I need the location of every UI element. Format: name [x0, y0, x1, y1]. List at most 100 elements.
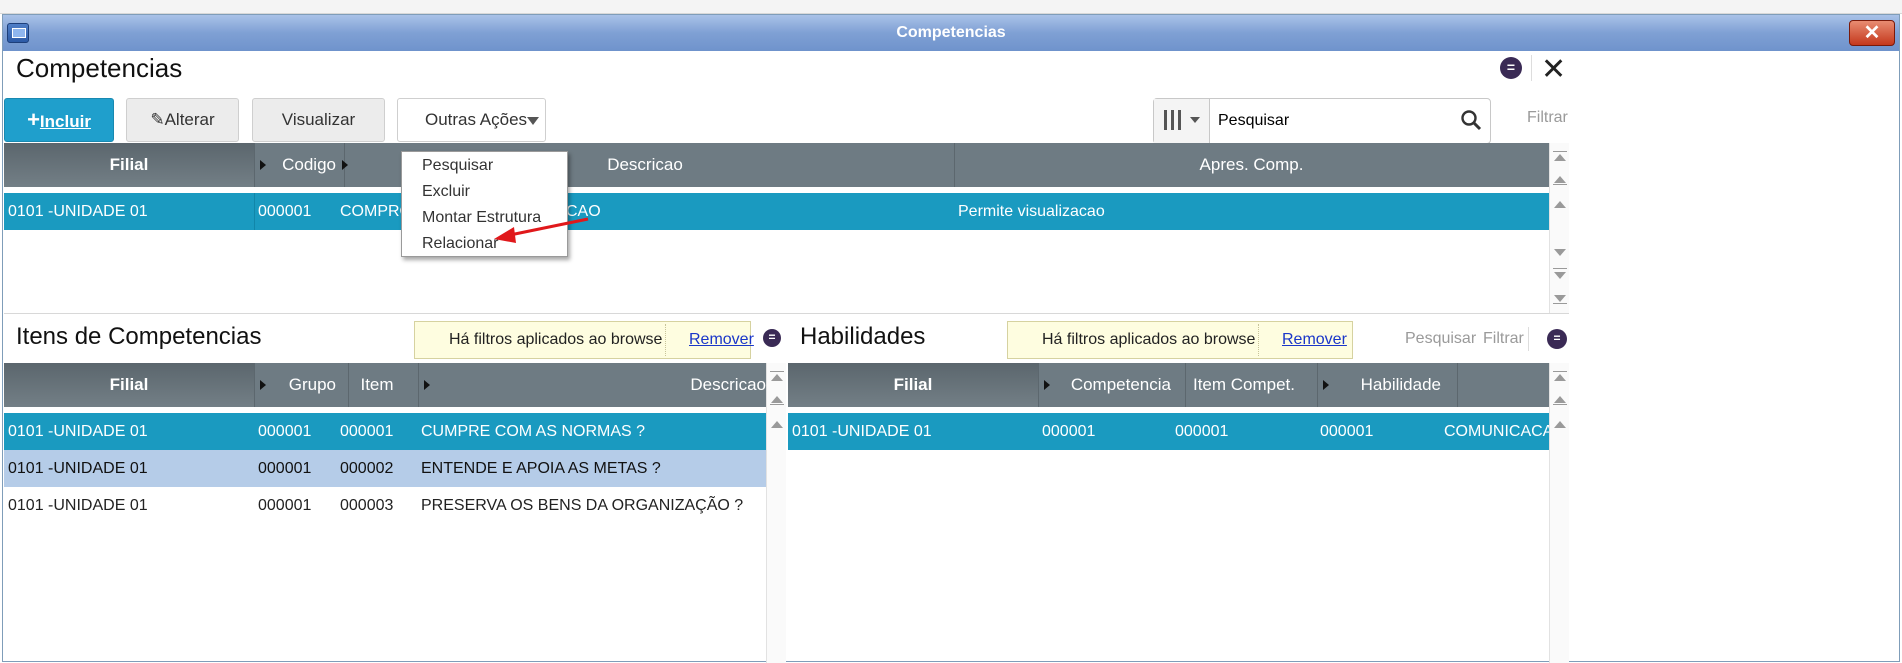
cell-descricao: ENTENDE E APOIA AS METAS ? [421, 460, 661, 477]
itens-title: Itens de Competencias [16, 323, 262, 350]
cell-item-compet: 000001 [1175, 423, 1229, 440]
cell-filial: 0101 -UNIDADE 01 [792, 423, 932, 440]
app-window: Competencias ✕ Competencias = ✕ +Incluir… [2, 14, 1900, 663]
outras-acoes-button[interactable]: Outras Ações [397, 98, 546, 142]
column-label: Codigo [282, 155, 336, 174]
cell-codigo: 000001 [258, 203, 312, 220]
menu-glyph: = [768, 330, 776, 344]
window-app-icon [7, 23, 29, 43]
search-input[interactable] [1210, 99, 1460, 143]
column-label: Grupo [288, 375, 336, 394]
caret-right-icon [1044, 380, 1050, 390]
column-header-grupo[interactable]: Grupo [254, 363, 349, 407]
column-header-item-compet[interactable]: Item Compet. [1171, 363, 1318, 407]
page-close-icon[interactable]: ✕ [1541, 55, 1566, 85]
itens-grid-scrollbar[interactable] [766, 363, 786, 663]
column-label: Competencia [1070, 375, 1171, 394]
incluir-label: Incluir [39, 112, 91, 131]
habilidades-remove-link[interactable]: Remover [1282, 322, 1347, 358]
cell-grupo: 000001 [258, 497, 312, 514]
close-icon: ✕ [1863, 22, 1881, 44]
column-header-codigo[interactable]: Codigo [254, 143, 345, 187]
column-header-blank [1441, 363, 1549, 407]
table-row[interactable]: 0101 -UNIDADE 01 000001 000001 000001 CO… [788, 413, 1566, 450]
menu-item-pesquisar[interactable]: Pesquisar [422, 157, 493, 175]
visualizar-button[interactable]: Visualizar [252, 98, 385, 142]
menu-item-excluir[interactable]: Excluir [422, 183, 470, 201]
divider [4, 313, 1569, 314]
cell-filial: 0101 -UNIDADE 01 [8, 423, 148, 440]
table-row[interactable]: 0101 -UNIDADE 01 000001 000003 PRESERVA … [4, 487, 766, 524]
plus-icon: + [27, 107, 40, 132]
window-title: Competencias [896, 24, 1006, 41]
column-label: Item [360, 375, 394, 394]
filter-notice-text: Há filtros aplicados ao browse [1042, 331, 1256, 348]
caret-right-icon [260, 160, 266, 170]
habilidades-filter-notice: Há filtros aplicados ao browse Remover [1007, 321, 1353, 359]
search-icon[interactable] [1460, 109, 1482, 131]
habilidades-pesquisar-link[interactable]: Pesquisar [1405, 330, 1476, 348]
filter-notice-text: Há filtros aplicados ao browse [449, 331, 663, 348]
habilidades-grid-header: Filial Competencia Item Compet. Habilida… [788, 363, 1549, 407]
alterar-label: Alterar [164, 110, 215, 129]
cell-descricao: COMUNICACAO [1444, 423, 1566, 440]
cell-descricao: PRESERVA OS BENS DA ORGANIZAÇÃO ? [421, 497, 744, 514]
cell-filial: 0101 -UNIDADE 01 [8, 497, 148, 514]
filtrar-link[interactable]: Filtrar [1527, 109, 1568, 127]
column-header-apres-comp[interactable]: Apres. Comp. [954, 143, 1550, 187]
cell-item: 000002 [340, 460, 394, 477]
incluir-button[interactable]: +Incluir [4, 98, 114, 142]
browser-top-strip [0, 0, 1902, 14]
column-label: Descricao [690, 375, 766, 394]
table-row[interactable]: 0101 -UNIDADE 01 000001 000002 ENTENDE E… [4, 450, 766, 487]
menu-icon[interactable]: = [1500, 57, 1522, 79]
menu-glyph: = [1553, 331, 1561, 345]
itens-menu-icon[interactable]: = [763, 329, 781, 347]
main-grid-scrollbar[interactable] [1549, 143, 1569, 313]
pencil-icon: ✎ [150, 110, 165, 129]
habilidades-filtrar-link[interactable]: Filtrar [1483, 330, 1524, 348]
column-header-habilidade[interactable]: Habilidade [1317, 363, 1458, 407]
column-label: Filial [109, 155, 149, 174]
column-header-filial[interactable]: Filial [788, 363, 1039, 407]
chevron-down-icon [527, 117, 539, 125]
table-row[interactable]: 0101 -UNIDADE 01 000001 000001 CUMPRE CO… [4, 413, 766, 450]
menu-item-relacionar[interactable]: Relacionar [422, 235, 498, 253]
itens-remove-link[interactable]: Remover [689, 322, 754, 358]
outras-acoes-label: Outras Ações [425, 110, 528, 129]
column-header-item[interactable]: Item [336, 363, 419, 407]
habilidades-grid-scrollbar[interactable] [1549, 363, 1569, 663]
main-grid-header: Filial Codigo Descricao Apres. Comp. [4, 143, 1550, 187]
cell-grupo: 000001 [258, 423, 312, 440]
cell-apres-comp: Permite visualizacao [958, 203, 1105, 220]
menu-glyph: = [1506, 59, 1516, 75]
column-header-filial[interactable]: Filial [4, 143, 255, 187]
cell-filial: 0101 -UNIDADE 01 [8, 460, 148, 477]
cell-competencia: 000001 [1042, 423, 1096, 440]
columns-button[interactable] [1154, 99, 1210, 143]
window-close-button[interactable]: ✕ [1849, 20, 1895, 46]
visualizar-label: Visualizar [281, 110, 356, 129]
columns-icon [1164, 110, 1200, 130]
search-box [1153, 98, 1491, 144]
caret-right-icon [1323, 380, 1329, 390]
cell-descricao: CUMPRE COM AS NORMAS ? [421, 423, 646, 440]
cell-grupo: 000001 [258, 460, 312, 477]
cell-filial: 0101 -UNIDADE 01 [8, 203, 148, 220]
column-label: Habilidade [1360, 375, 1441, 394]
habilidades-menu-icon[interactable]: = [1547, 329, 1567, 349]
column-header-descricao[interactable]: Descricao [418, 363, 766, 407]
header-divider [1531, 55, 1532, 81]
column-header-filial[interactable]: Filial [4, 363, 255, 407]
habilidades-title: Habilidades [800, 323, 926, 350]
caret-right-icon [342, 160, 348, 170]
cell-habilidade: 000001 [1320, 423, 1374, 440]
table-row[interactable]: 0101 -UNIDADE 01 000001 COMPRO CAO Permi… [4, 193, 1549, 230]
window-titlebar: Competencias [3, 15, 1899, 51]
divider [1528, 327, 1529, 351]
column-label: Filial [893, 375, 933, 394]
annotation-arrow-icon [494, 217, 589, 243]
column-header-competencia[interactable]: Competencia [1038, 363, 1186, 407]
itens-grid-header: Filial Grupo Item Descricao [4, 363, 766, 407]
alterar-button[interactable]: ✎Alterar [126, 98, 239, 142]
